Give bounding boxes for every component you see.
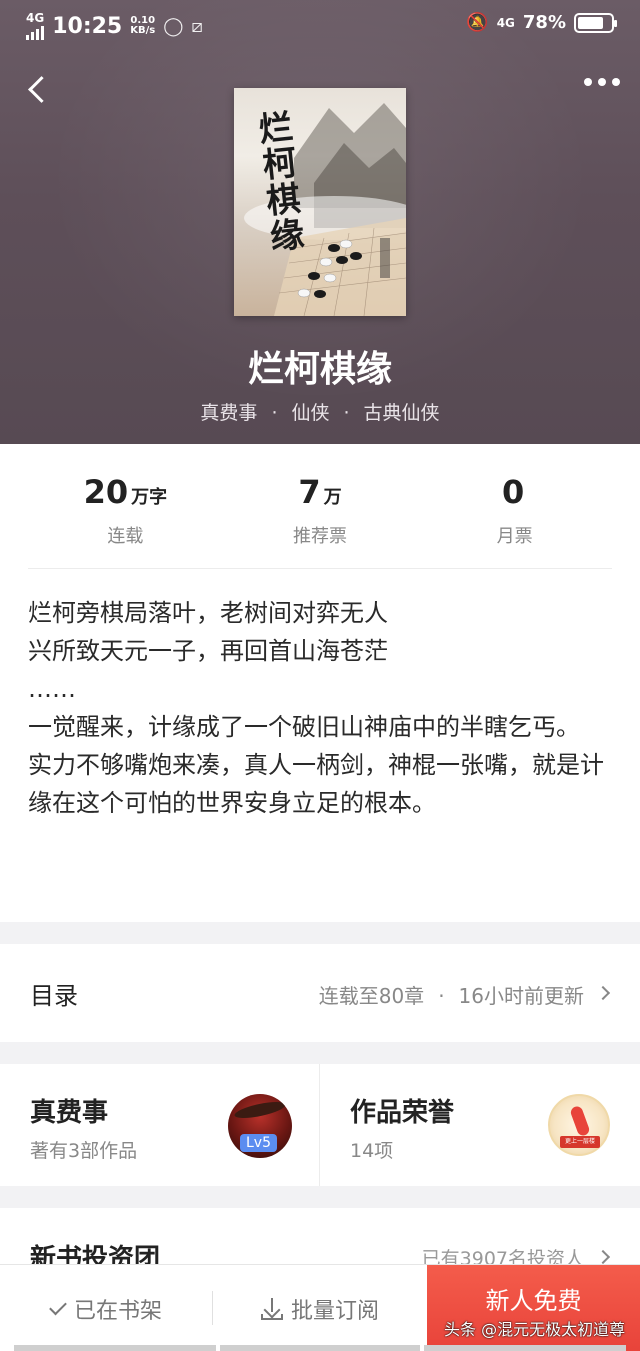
honor-count: 14项	[350, 1140, 394, 1162]
signal-icon: 4G	[26, 12, 44, 40]
back-arrow-icon[interactable]	[22, 72, 54, 108]
author-name: 真费事	[30, 1098, 109, 1128]
download-icon	[260, 1297, 283, 1320]
screenshot-icon: ⧄	[191, 15, 203, 37]
book-synopsis[interactable]: 烂柯旁棋局落叶，老树间对弈无人 兴所致天元一子，再回首山海苍茫 …… 一觉醒来，…	[28, 594, 612, 822]
chevron-right-icon	[595, 1249, 611, 1265]
genre-tag[interactable]: 仙侠	[291, 402, 329, 424]
author-works: 著有3部作品	[30, 1140, 138, 1162]
nav-handle	[14, 1345, 216, 1351]
toc-status: 连载至80章 · 16小时前更新	[318, 984, 584, 1008]
author-card[interactable]: 真费事 著有3部作品	[0, 1064, 319, 1186]
status-bar: 4G 10:25 0.10 KB/s ◯ ⧄ 🔕 4G 78%	[0, 0, 640, 52]
stats-row: 20 万字 连载 7万 推荐票 0 月票	[28, 472, 612, 568]
invest-group-row[interactable]: 新书投资团 已有3907名投资人	[0, 1208, 640, 1268]
stat-word-count: 20 万字 连载	[83, 473, 168, 547]
table-of-contents-row[interactable]: 目录 连载至80章 · 16小时前更新	[0, 944, 640, 1042]
clock: 10:25	[52, 13, 123, 39]
network-speed: 0.10 KB/s	[130, 15, 156, 36]
network-type-right: 4G	[496, 15, 515, 30]
honor-card[interactable]: 作品荣誉 14项 更上一层楼	[320, 1064, 640, 1186]
book-info-card: 20 万字 连载 7万 推荐票 0 月票 烂柯旁棋局落叶，老树间对弈无人 兴所致天…	[0, 444, 640, 922]
battery-percent: 78%	[522, 12, 566, 33]
divider	[28, 568, 612, 569]
level-badge: Lv5	[240, 1132, 277, 1152]
book-header: 4G 10:25 0.10 KB/s ◯ ⧄ 🔕 4G 78% 烂柯棋缘 烂柯棋…	[0, 0, 640, 444]
author-link[interactable]: 真费事	[200, 402, 257, 424]
check-icon	[49, 1297, 67, 1316]
subgenre-tag[interactable]: 古典仙侠	[364, 402, 440, 424]
network-type: 4G	[26, 11, 45, 25]
nav-handle	[220, 1345, 420, 1351]
watermark: 头条 @混元无极太初道尊	[444, 1320, 626, 1339]
book-meta: 真费事 · 仙侠 · 古典仙侠	[200, 402, 440, 424]
battery-icon	[574, 12, 617, 33]
trophy-icon: 更上一层楼	[548, 1094, 610, 1156]
chevron-right-icon	[595, 985, 611, 1001]
book-cover[interactable]: 烂柯棋缘	[234, 88, 406, 316]
stat-recommend-votes[interactable]: 7万 推荐票	[223, 472, 418, 568]
sync-icon: ◯	[163, 15, 184, 37]
on-shelf-button[interactable]: 已在书架	[0, 1265, 212, 1351]
mute-bell-icon: 🔕	[466, 12, 489, 33]
author-honor-row: 真费事 著有3部作品 作品荣誉 14项 更上一层楼	[0, 1064, 640, 1186]
toc-title: 目录	[30, 982, 78, 1010]
book-title: 烂柯棋缘	[247, 348, 392, 390]
stat-monthly-votes[interactable]: 0 月票	[417, 472, 612, 568]
batch-subscribe-button[interactable]: 批量订阅	[213, 1265, 427, 1351]
honor-title: 作品荣誉	[350, 1098, 455, 1128]
more-options-icon[interactable]	[584, 78, 620, 86]
nav-handle	[424, 1345, 626, 1351]
